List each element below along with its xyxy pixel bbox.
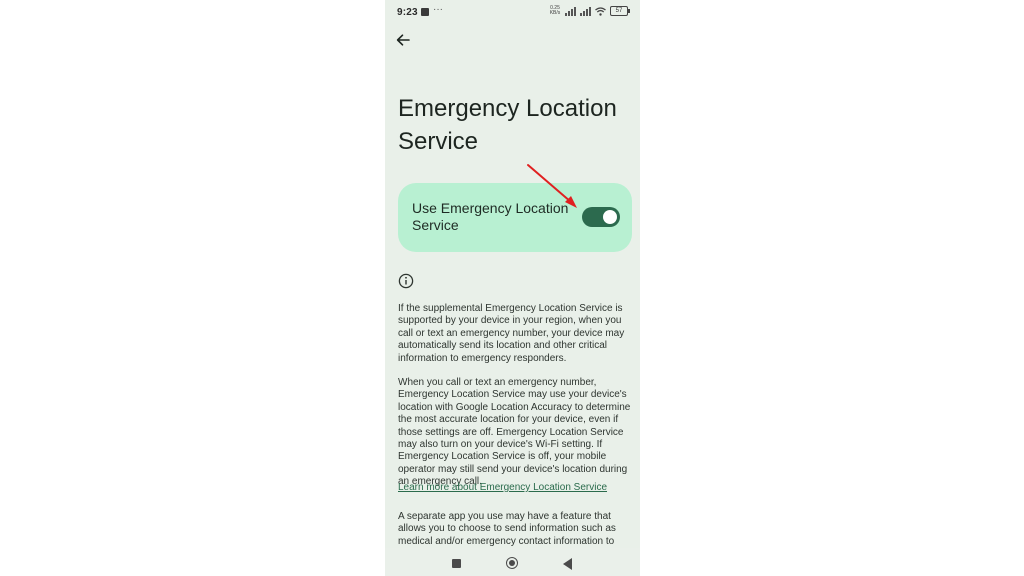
switch-knob — [603, 210, 617, 224]
emergency-location-switch[interactable] — [582, 207, 620, 227]
phone-screen: 9:23 ··· 0.25 KB/s 57 Emergency Location… — [385, 0, 640, 576]
nav-back-button[interactable] — [563, 558, 572, 570]
more-notifications-icon: ··· — [433, 4, 443, 15]
signal-icon-2 — [580, 6, 591, 16]
back-button[interactable] — [393, 30, 413, 50]
status-time: 9:23 — [397, 7, 418, 18]
net-speed: 0.25 KB/s — [549, 5, 561, 16]
battery-icon: 57 — [610, 6, 630, 16]
description-paragraph-2: When you call or text an emergency numbe… — [398, 377, 631, 488]
home-button[interactable] — [506, 557, 518, 569]
status-icons: 0.25 KB/s 57 — [549, 5, 630, 16]
page-title: Emergency Location Service — [398, 95, 617, 155]
learn-more-link[interactable]: Learn more about Emergency Location Serv… — [398, 482, 607, 493]
navigation-bar — [385, 548, 640, 576]
back-arrow-icon — [396, 34, 410, 46]
description-paragraph-3: A separate app you use may have a featur… — [398, 511, 616, 547]
annotation-arrow-icon — [527, 164, 577, 208]
description-paragraph-1: If the supplemental Emergency Location S… — [398, 303, 625, 364]
status-bar: 9:23 ··· 0.25 KB/s 57 — [385, 0, 640, 26]
app-notification-icon — [421, 8, 429, 16]
info-icon — [398, 273, 414, 289]
wifi-icon — [595, 6, 606, 16]
emergency-location-toggle-card[interactable]: Use Emergency Location Service — [398, 183, 632, 252]
signal-icon — [565, 6, 576, 16]
recents-button[interactable] — [452, 559, 461, 568]
